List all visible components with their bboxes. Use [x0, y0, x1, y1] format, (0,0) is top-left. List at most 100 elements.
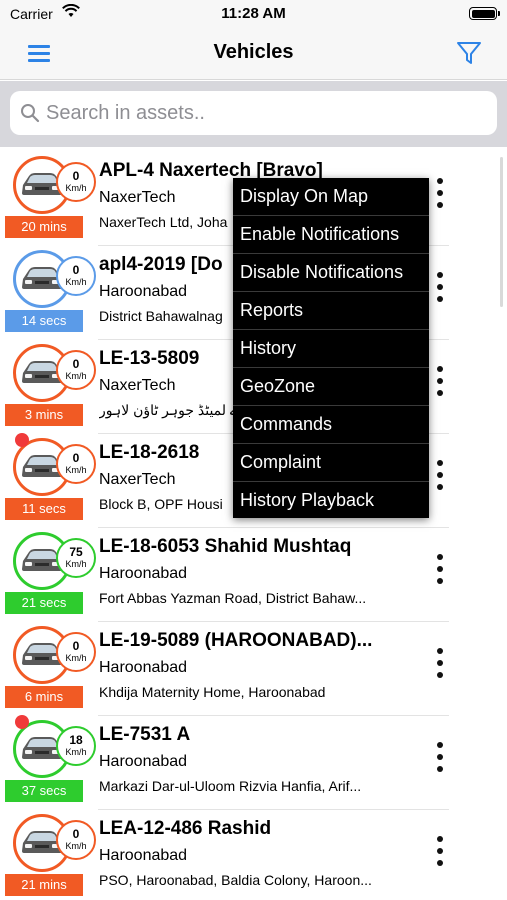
vehicle-title: LE-7531 A: [99, 724, 191, 745]
vehicle-row[interactable]: 18 Km/h 37 secs LE-7531 A Haroonabad Markazi …: [0, 715, 507, 810]
time-badge: 3 mins: [5, 404, 83, 426]
vehicle-row[interactable]: 0 Km/h 21 mins LEA-12-486 Rashid Haroonabad P…: [0, 810, 507, 900]
speed-unit: Km/h: [65, 841, 87, 851]
time-badge: 37 secs: [5, 780, 83, 802]
time-badge: 20 mins: [5, 216, 83, 238]
menu-item-reports[interactable]: Reports: [233, 292, 429, 330]
menu-item-history-playback[interactable]: History Playback: [233, 482, 429, 520]
vehicle-avatar: 0 Km/h 3 mins: [5, 340, 96, 428]
search-input[interactable]: [46, 91, 486, 135]
vehicle-company: Haroonabad: [99, 753, 188, 770]
time-badge: 21 secs: [5, 592, 83, 614]
speed-indicator: 0 Km/h: [56, 820, 96, 860]
context-menu: Display On Map Enable Notifications Disabl…: [233, 178, 429, 518]
speed-value: 0: [72, 639, 80, 653]
speed-indicator: 75 Km/h: [56, 538, 96, 578]
speed-indicator: 0 Km/h: [56, 444, 96, 484]
status-time: 11:28 AM: [221, 5, 286, 22]
speed-indicator: 0 Km/h: [56, 256, 96, 296]
menu-item-enable-notifications[interactable]: Enable Notifications: [233, 216, 429, 254]
alert-dot: [15, 715, 29, 729]
speed-indicator: 18 Km/h: [56, 726, 96, 766]
menu-item-display-on-map[interactable]: Display On Map: [233, 178, 429, 216]
more-vertical-icon: [437, 554, 443, 560]
speed-indicator: 0 Km/h: [56, 632, 96, 672]
speed-unit: Km/h: [65, 183, 87, 193]
vehicle-address: PSO, Haroonabad, Baldia Colony, Haroon..…: [99, 872, 372, 888]
vehicle-row[interactable]: 75 Km/h 21 secs LE-18-6053 Shahid Mushtaq Ha…: [0, 528, 507, 622]
time-badge: 6 mins: [5, 686, 83, 708]
vehicle-avatar: 18 Km/h 37 secs: [5, 715, 96, 804]
search-icon: [21, 104, 40, 123]
speed-unit: Km/h: [65, 371, 87, 381]
speed-value: 75: [69, 545, 83, 559]
speed-unit: Km/h: [65, 653, 87, 663]
more-vertical-icon: [437, 178, 443, 184]
alert-dot: [15, 433, 29, 447]
scrollbar[interactable]: [500, 157, 503, 307]
more-options-button[interactable]: [428, 364, 452, 398]
speed-value: 0: [72, 451, 80, 465]
more-vertical-icon: [437, 742, 443, 748]
vehicle-company: NaxerTech: [99, 471, 176, 488]
vehicle-address: Fort Abbas Yazman Road, District Bahaw..…: [99, 590, 367, 606]
vehicle-avatar: 0 Km/h 6 mins: [5, 622, 96, 710]
vehicle-title: LEA-12-486 Rashid: [99, 818, 272, 839]
vehicle-row[interactable]: 0 Km/h 6 mins LE-19-5089 (HAROONABAD)... Har…: [0, 622, 507, 716]
more-options-button[interactable]: [428, 552, 452, 586]
filter-button[interactable]: [455, 39, 485, 69]
more-vertical-icon: [437, 366, 443, 372]
speed-unit: Km/h: [65, 465, 87, 475]
menu-item-disable-notifications[interactable]: Disable Notifications: [233, 254, 429, 292]
status-bar: Carrier 11:28 AM: [0, 0, 507, 28]
vehicle-company: Haroonabad: [99, 283, 188, 300]
speed-value: 0: [72, 357, 80, 371]
time-badge: 14 secs: [5, 310, 83, 332]
vehicle-address: Markazi Dar-ul-Uloom Rizvia Hanfia, Arif…: [99, 778, 362, 794]
menu-item-commands[interactable]: Commands: [233, 406, 429, 444]
more-vertical-icon: [437, 460, 443, 466]
vehicle-avatar: 75 Km/h 21 secs: [5, 528, 96, 616]
more-options-button[interactable]: [428, 646, 452, 680]
speed-value: 0: [72, 827, 80, 841]
vehicle-title: LE-18-6053 Shahid Mushtaq: [99, 536, 352, 557]
vehicle-company: NaxerTech: [99, 189, 176, 206]
more-options-button[interactable]: [428, 834, 452, 868]
vehicle-company: Haroonabad: [99, 847, 188, 864]
nav-bar: Vehicles: [0, 28, 507, 80]
speed-unit: Km/h: [65, 747, 87, 757]
time-badge: 21 mins: [5, 874, 83, 896]
search-bar: [0, 81, 507, 147]
menu-item-geozone[interactable]: GeoZone: [233, 368, 429, 406]
vehicle-title: LE-19-5089 (HAROONABAD)...: [99, 630, 373, 651]
vehicle-avatar: 0 Km/h 14 secs: [5, 246, 96, 334]
speed-value: 18: [69, 733, 83, 747]
speed-value: 0: [72, 263, 80, 277]
menu-item-history[interactable]: History: [233, 330, 429, 368]
page-title: Vehicles: [213, 41, 294, 63]
more-vertical-icon: [437, 836, 443, 842]
more-options-button[interactable]: [428, 270, 452, 304]
more-vertical-icon: [437, 648, 443, 654]
speed-unit: Km/h: [65, 559, 87, 569]
vehicle-company: Haroonabad: [99, 659, 188, 676]
battery-icon: [469, 7, 500, 20]
vehicle-avatar: 0 Km/h 11 secs: [5, 433, 96, 522]
vehicle-company: NaxerTech: [99, 377, 176, 394]
time-badge: 11 secs: [5, 498, 83, 520]
vehicle-company: Haroonabad: [99, 565, 188, 582]
more-options-button[interactable]: [428, 740, 452, 774]
vehicle-avatar: 0 Km/h 21 mins: [5, 810, 96, 898]
search-box: [10, 91, 497, 135]
filter-icon: [457, 42, 481, 64]
speed-unit: Km/h: [65, 277, 87, 287]
more-vertical-icon: [437, 272, 443, 278]
more-options-button[interactable]: [428, 458, 452, 492]
speed-indicator: 0 Km/h: [56, 350, 96, 390]
menu-item-complaint[interactable]: Complaint: [233, 444, 429, 482]
speed-value: 0: [72, 169, 80, 183]
speed-indicator: 0 Km/h: [56, 162, 96, 202]
more-options-button[interactable]: [428, 176, 452, 210]
vehicle-avatar: 0 Km/h 20 mins: [5, 152, 96, 240]
vehicle-address: Khdija Maternity Home, Haroonabad: [99, 684, 326, 700]
